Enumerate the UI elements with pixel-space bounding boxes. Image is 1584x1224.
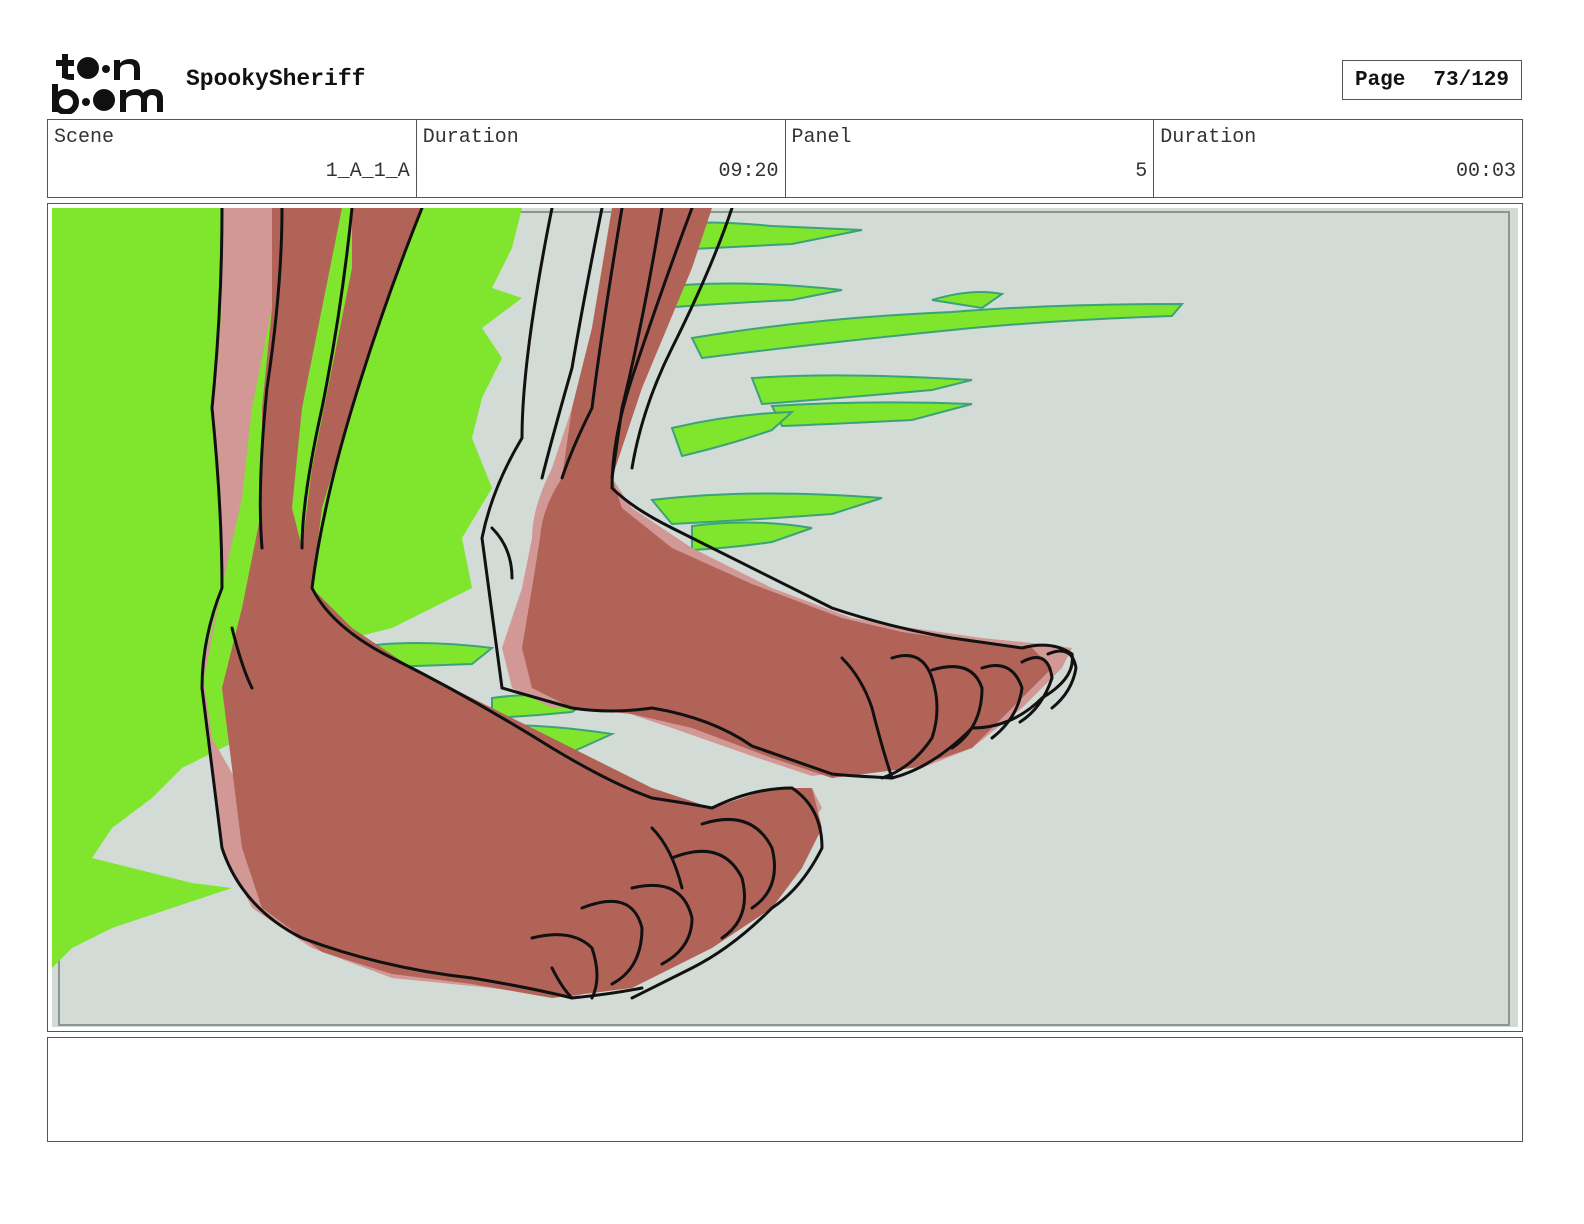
- scene-cell: Scene 1_A_1_A: [48, 120, 417, 197]
- panel-duration-cell: Duration 00:03: [1154, 120, 1522, 197]
- storyboard-panel: [47, 203, 1523, 1032]
- scene-info-table: Scene 1_A_1_A Duration 09:20 Panel 5 Dur…: [47, 119, 1523, 198]
- panel-duration-label: Duration: [1160, 126, 1257, 149]
- panel-duration-value: 00:03: [1455, 160, 1516, 183]
- panel-value: 5: [1135, 160, 1148, 183]
- panel-cell: Panel 5: [786, 120, 1155, 197]
- project-title: SpookySheriff: [186, 66, 366, 92]
- panel-notes[interactable]: [47, 1037, 1523, 1142]
- panel-artwork: [52, 208, 1518, 1027]
- panel-label: Panel: [791, 126, 852, 149]
- scene-duration-label: Duration: [422, 126, 519, 149]
- scene-value: 1_A_1_A: [325, 160, 410, 183]
- scene-label: Scene: [54, 126, 115, 149]
- page-label: Page: [1354, 68, 1406, 92]
- scene-duration-cell: Duration 09:20: [417, 120, 786, 197]
- scene-duration-value: 09:20: [718, 160, 779, 183]
- page-number: 73/129: [1433, 68, 1510, 92]
- page-indicator: Page 73/129: [1342, 60, 1522, 100]
- toon-boom-logo: [50, 52, 166, 114]
